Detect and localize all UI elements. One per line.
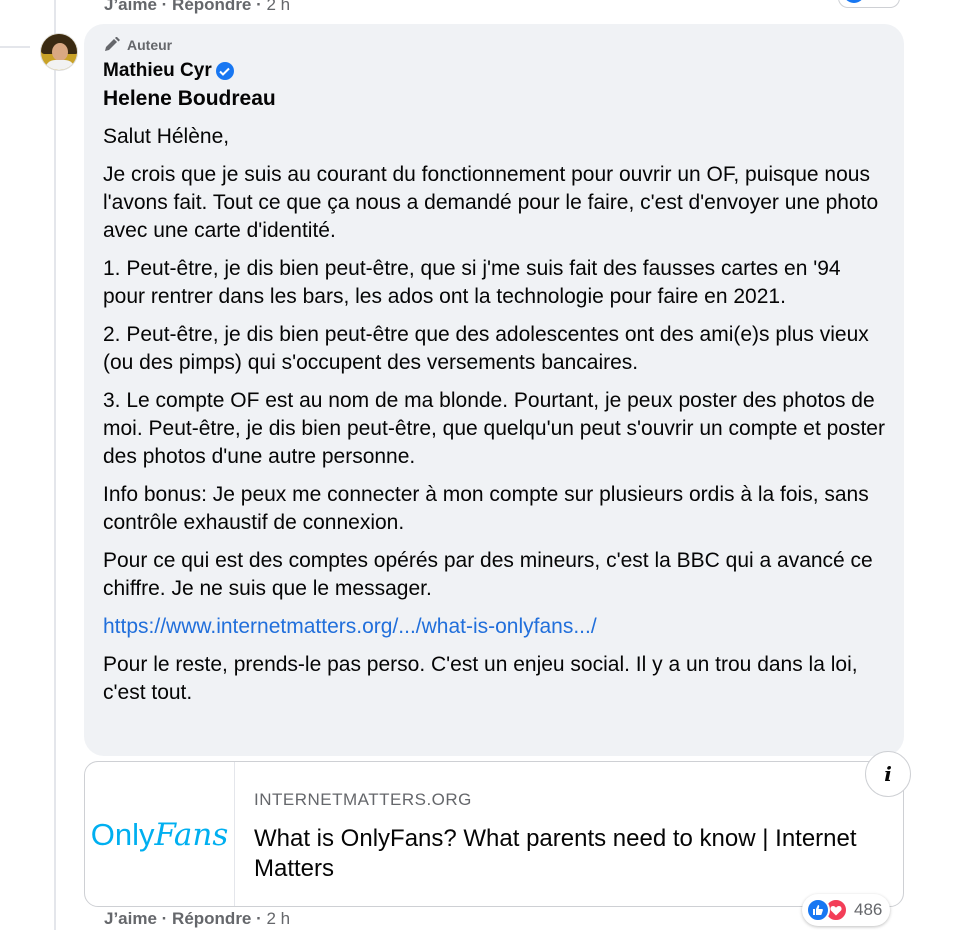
author-badge: Auteur bbox=[103, 36, 886, 54]
timestamp[interactable]: 2 h bbox=[267, 0, 291, 14]
logo-only-text: Only bbox=[90, 817, 155, 852]
info-icon[interactable]: i bbox=[865, 751, 911, 797]
onlyfans-logo: OnlyFans bbox=[85, 762, 235, 906]
comment-actions: J’aime · Répondre · 2 h bbox=[104, 909, 290, 929]
like-link[interactable]: J’aime bbox=[104, 909, 157, 928]
previous-reactions-summary[interactable] bbox=[838, 0, 900, 8]
like-icon bbox=[843, 0, 865, 3]
author-badge-label: Auteur bbox=[127, 37, 173, 53]
comment-bubble: Auteur Mathieu Cyr Helene Boudreau Salut… bbox=[84, 24, 904, 756]
reply-link[interactable]: Répondre bbox=[172, 0, 251, 14]
author-name[interactable]: Mathieu Cyr bbox=[103, 60, 212, 82]
reactions-summary[interactable]: 486 bbox=[802, 894, 891, 926]
reply-link[interactable]: Répondre bbox=[172, 909, 251, 928]
timestamp[interactable]: 2 h bbox=[267, 909, 291, 928]
verified-badge-icon bbox=[215, 62, 234, 80]
paragraph: Pour ce qui est des comptes opérés par d… bbox=[103, 549, 873, 600]
reaction-count: 486 bbox=[854, 900, 883, 919]
mention-tag[interactable]: Helene Boudreau bbox=[103, 86, 886, 112]
paragraph: Je crois que je suis au courant du fonct… bbox=[103, 163, 879, 242]
paragraph: Info bonus: Je peux me connecter à mon c… bbox=[103, 483, 869, 534]
separator: · bbox=[156, 0, 173, 14]
like-link[interactable]: J’aime bbox=[104, 0, 157, 14]
article-link[interactable]: https://www.internetmatters.org/.../what… bbox=[103, 613, 886, 641]
pencil-icon bbox=[103, 37, 121, 53]
separator: · bbox=[156, 909, 173, 928]
thread-branch-line bbox=[0, 46, 30, 48]
link-title[interactable]: What is OnlyFans? What parents need to k… bbox=[254, 824, 874, 884]
thread-line bbox=[54, 0, 56, 930]
paragraph: 3. Le compte OF est au nom de ma blonde.… bbox=[103, 389, 885, 468]
paragraph: 2. Peut-être, je dis bien peut-être que … bbox=[103, 323, 869, 374]
link-domain: INTERNETMATTERS.ORG bbox=[254, 790, 472, 809]
previous-comment-actions: J’aime · Répondre · 2 h bbox=[104, 0, 290, 15]
greeting: Salut Hélène, bbox=[103, 125, 230, 148]
comment-text: Salut Hélène, Je crois que je suis au co… bbox=[103, 123, 886, 707]
closing-paragraph: Pour le reste, prends-le pas perso. C'es… bbox=[103, 653, 858, 704]
logo-fans-text: Fans bbox=[154, 817, 229, 853]
separator: · bbox=[251, 0, 267, 14]
paragraph: 1. Peut-être, je dis bien peut-être, que… bbox=[103, 257, 841, 308]
separator: · bbox=[251, 909, 267, 928]
avatar[interactable] bbox=[40, 33, 78, 71]
link-preview-card[interactable]: OnlyFans INTERNETMATTERS.ORG What is Onl… bbox=[84, 761, 904, 907]
like-icon bbox=[806, 898, 830, 922]
